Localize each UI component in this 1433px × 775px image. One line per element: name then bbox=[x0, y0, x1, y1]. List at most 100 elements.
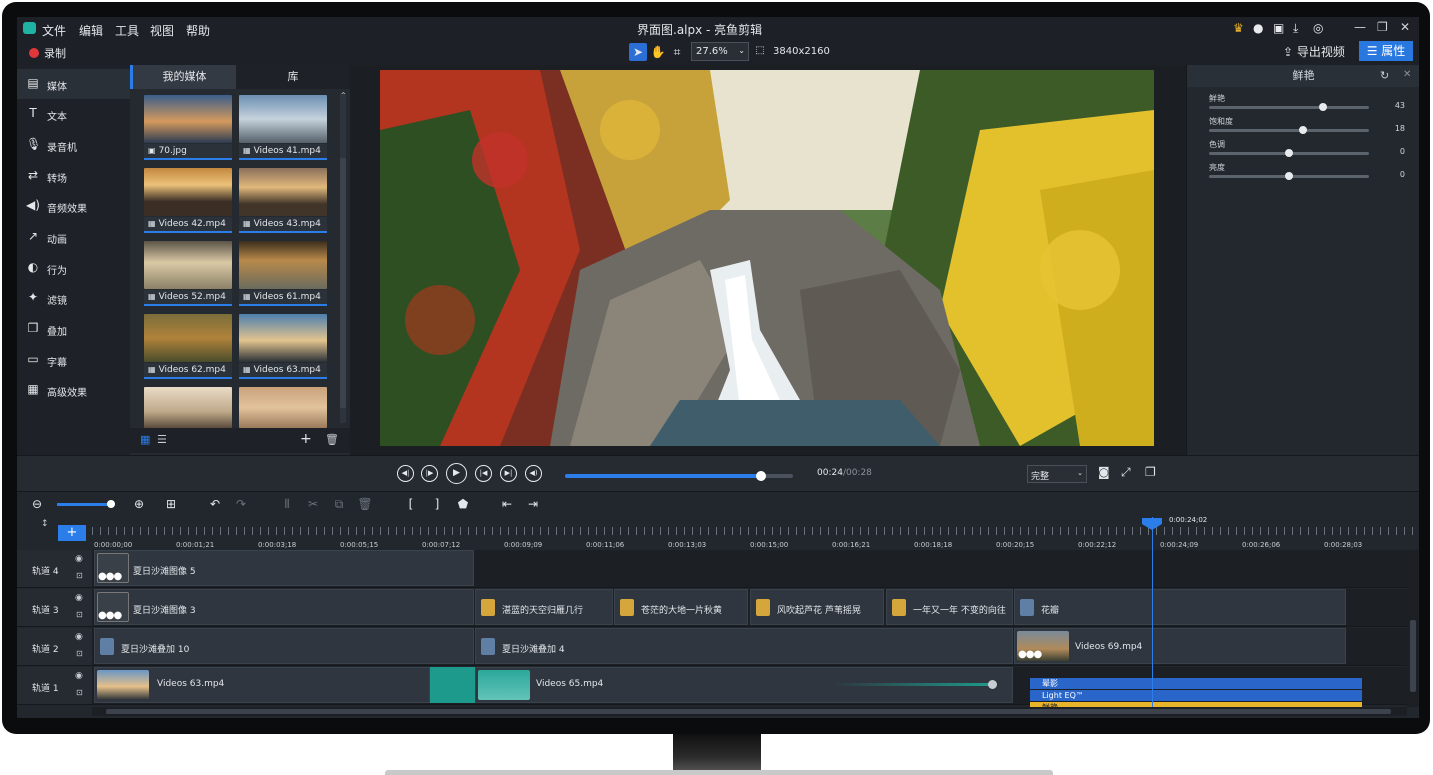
trash-icon[interactable]: 🗑 bbox=[325, 433, 339, 446]
effect-bar-light-eq[interactable]: Light EQ™ bbox=[1030, 690, 1362, 701]
overlay-clip[interactable]: 花瓣 bbox=[1014, 589, 1346, 625]
media-item-label[interactable]: ▦ Videos 61.mp4 bbox=[239, 290, 327, 306]
volume-icon[interactable]: ◀) bbox=[525, 465, 542, 482]
lock-icon[interactable]: ⊡ bbox=[76, 688, 83, 697]
media-item-label[interactable]: ▦ Videos 41.mp4 bbox=[239, 144, 327, 160]
resolution-icon[interactable]: ⬚ bbox=[751, 42, 769, 60]
record-button[interactable]: 录制 bbox=[29, 45, 66, 61]
scroll-up-icon[interactable]: ⌃ bbox=[340, 91, 347, 100]
sidebar-item-recorder[interactable]: 🎙 录音机 bbox=[17, 130, 130, 160]
close-panel-icon[interactable]: ✕ bbox=[1403, 69, 1411, 80]
timeline-clip[interactable]: ●●● 夏日沙滩图像 3 bbox=[94, 589, 474, 625]
media-thumb[interactable] bbox=[144, 95, 232, 143]
media-item-label[interactable]: ▦ Videos 43.mp4 bbox=[239, 217, 327, 233]
menu-help[interactable]: 帮助 bbox=[186, 22, 210, 39]
property-slider[interactable] bbox=[1209, 106, 1369, 109]
eye-icon[interactable]: ◉ bbox=[75, 593, 83, 603]
sidebar-item-transition[interactable]: ⇄ 转场 bbox=[17, 161, 130, 191]
select-tool-icon[interactable]: ➤ bbox=[629, 43, 647, 61]
account-icon[interactable]: ● bbox=[1253, 21, 1263, 35]
zoom-in-icon[interactable]: ⊕ bbox=[131, 497, 147, 511]
media-thumb[interactable] bbox=[144, 387, 232, 428]
mark-in-icon[interactable]: [ bbox=[403, 497, 419, 511]
snapshot-icon[interactable]: ◙ bbox=[1098, 465, 1110, 479]
play-icon[interactable]: ▶ bbox=[446, 463, 467, 484]
timeline-vscroll[interactable] bbox=[1407, 550, 1419, 707]
media-item-label[interactable]: ▣ 70.jpg bbox=[144, 144, 232, 160]
fullscreen-icon[interactable]: ⤢ bbox=[1121, 465, 1131, 480]
eye-icon[interactable]: ◉ bbox=[75, 671, 83, 681]
eye-icon[interactable]: ◉ bbox=[75, 632, 83, 642]
tab-my-media[interactable]: 我的媒体 bbox=[130, 65, 236, 89]
title-clip[interactable]: 风吹起芦花 芦苇摇晃 bbox=[750, 589, 884, 625]
sidebar-item-behavior[interactable]: ◐ 行为 bbox=[17, 253, 130, 283]
media-thumb[interactable] bbox=[144, 168, 232, 216]
menu-tools[interactable]: 工具 bbox=[115, 22, 139, 39]
title-clip[interactable]: 苍茫的大地一片秋黄 bbox=[614, 589, 748, 625]
sidebar-item-text[interactable]: T 文本 bbox=[17, 99, 130, 129]
property-slider[interactable] bbox=[1209, 129, 1369, 132]
tab-library[interactable]: 库 bbox=[240, 65, 346, 89]
properties-button[interactable]: ☰ 属性 bbox=[1359, 41, 1413, 61]
download-icon[interactable]: ⤓ bbox=[1293, 21, 1298, 36]
effect-bar-vignette[interactable]: 晕影 bbox=[1030, 678, 1362, 689]
save-icon[interactable]: ▣ bbox=[1273, 21, 1284, 35]
copy-icon[interactable]: ⧉ bbox=[331, 497, 347, 512]
video-clip[interactable]: ●●● Videos 69.mp4 bbox=[1014, 628, 1346, 664]
lock-icon[interactable]: ⊡ bbox=[76, 610, 83, 619]
crown-icon[interactable]: ♛ bbox=[1233, 21, 1244, 35]
media-thumb[interactable] bbox=[144, 241, 232, 289]
media-thumb[interactable] bbox=[239, 314, 327, 362]
go-end-icon[interactable]: ▶| bbox=[500, 465, 517, 482]
media-thumb[interactable] bbox=[239, 95, 327, 143]
media-thumb[interactable] bbox=[144, 314, 232, 362]
media-thumb[interactable] bbox=[239, 387, 327, 428]
go-start-icon[interactable]: |◀ bbox=[475, 465, 492, 482]
delete-icon[interactable]: 🗑 bbox=[357, 497, 373, 511]
redo-icon[interactable]: ↷ bbox=[233, 497, 249, 511]
slider-knob[interactable] bbox=[1299, 126, 1308, 134]
prev-frame-icon[interactable]: ◀| bbox=[397, 465, 414, 482]
track-height-icon[interactable]: ↕ bbox=[41, 519, 49, 529]
sidebar-item-subtitle[interactable]: ▭ 字幕 bbox=[17, 345, 130, 375]
hand-tool-icon[interactable]: ✋ bbox=[649, 43, 667, 61]
restore-icon[interactable]: ❐ bbox=[1377, 20, 1388, 34]
zoom-out-icon[interactable]: ⊖ bbox=[29, 497, 45, 511]
sidebar-item-audio-effect[interactable]: ◀) 音频效果 bbox=[17, 191, 130, 221]
media-scrollbar[interactable] bbox=[340, 93, 346, 423]
eye-slash-icon[interactable]: ◎ bbox=[1313, 21, 1323, 35]
step-back-icon[interactable]: |▶ bbox=[421, 465, 438, 482]
playback-progress[interactable] bbox=[565, 471, 793, 481]
scroll-thumb[interactable] bbox=[1410, 620, 1416, 692]
add-track-button[interactable]: + bbox=[58, 525, 86, 541]
export-button[interactable]: ⇪ 导出视频 bbox=[1283, 43, 1345, 60]
menu-view[interactable]: 视图 bbox=[150, 22, 174, 39]
undo-icon[interactable]: ↶ bbox=[207, 497, 223, 511]
detach-icon[interactable]: ❐ bbox=[1145, 465, 1156, 479]
jump-end-icon[interactable]: ⇥ bbox=[525, 497, 541, 511]
overlay-clip[interactable]: 夏日沙滩叠加 10 bbox=[94, 628, 474, 664]
add-media-icon[interactable]: + bbox=[300, 431, 312, 447]
title-clip[interactable]: 湛蓝的天空归雁几行 bbox=[475, 589, 613, 625]
eye-icon[interactable]: ◉ bbox=[75, 554, 83, 564]
sidebar-item-advanced-effect[interactable]: ▦ 高级效果 bbox=[17, 375, 130, 405]
media-item-label[interactable]: ▦ Videos 42.mp4 bbox=[144, 217, 232, 233]
quality-select[interactable]: 完整 ⌄ bbox=[1027, 465, 1087, 483]
split-icon[interactable]: ⫴ bbox=[279, 497, 295, 512]
progress-knob[interactable] bbox=[756, 471, 767, 481]
cut-icon[interactable]: ✂ bbox=[305, 497, 321, 511]
lock-icon[interactable]: ⊡ bbox=[76, 571, 83, 580]
sidebar-item-overlay[interactable]: ❐ 叠加 bbox=[17, 314, 130, 344]
lock-icon[interactable]: ⊡ bbox=[76, 649, 83, 658]
slider-knob[interactable] bbox=[1285, 172, 1293, 180]
slider-knob[interactable] bbox=[1285, 149, 1293, 157]
close-icon[interactable]: ✕ bbox=[1400, 20, 1410, 34]
overlay-clip[interactable]: 夏日沙滩叠加 4 bbox=[475, 628, 1013, 664]
preview-canvas[interactable] bbox=[380, 70, 1154, 446]
menu-edit[interactable]: 编辑 bbox=[79, 22, 103, 39]
fit-timeline-icon[interactable]: ⊞ bbox=[163, 497, 179, 511]
keyframe-dot[interactable] bbox=[988, 680, 997, 689]
media-item-label[interactable]: ▦ Videos 63.mp4 bbox=[239, 363, 327, 379]
timeline-ruler[interactable]: 0:00:00;00 0:00:01;21 0:00:03;18 0:00:05;15… bbox=[92, 517, 1419, 550]
sidebar-item-media[interactable]: ▤ 媒体 bbox=[17, 69, 130, 99]
